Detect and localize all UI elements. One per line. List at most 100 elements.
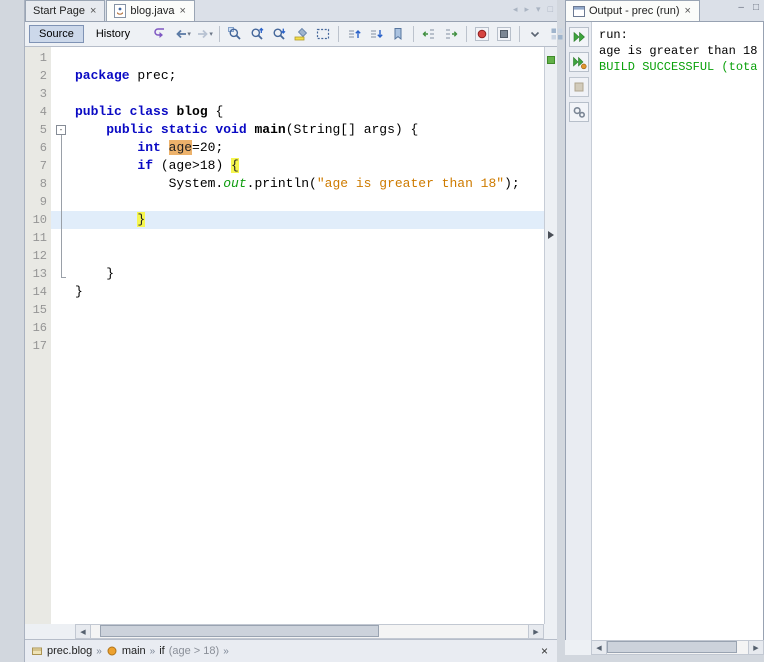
start-macro-recording-icon[interactable]	[472, 24, 492, 44]
opened-documents-list-icon[interactable]: ▾	[536, 4, 541, 15]
code-line-body[interactable]	[51, 49, 544, 67]
code-line: 12	[25, 247, 544, 265]
fold-mid-marker	[51, 139, 73, 157]
toggle-bookmark-icon[interactable]	[388, 24, 408, 44]
code-line-body[interactable]	[51, 301, 544, 319]
scroll-tabs-left-icon[interactable]: ◂	[513, 4, 518, 15]
tab-start-page[interactable]: Start Page ×	[25, 0, 106, 21]
line-number: 15	[32, 303, 47, 317]
breadcrumb-label: main	[121, 645, 146, 657]
code-line-body[interactable]: System.out.println("age is greater than …	[51, 175, 544, 193]
code-line-body[interactable]	[51, 247, 544, 265]
editor-toolbar: Source History ▾ ▾	[25, 22, 563, 47]
code-line-body[interactable]: int age=20;	[51, 139, 544, 157]
code-line-body[interactable]: }	[51, 283, 544, 301]
find-previous-icon[interactable]	[247, 24, 267, 44]
code-line-body[interactable]: public class blog {	[51, 103, 544, 121]
fold-margin	[51, 283, 73, 301]
scroll-tabs-right-icon[interactable]: ▸	[525, 4, 530, 15]
breadcrumb-items: prec.blog» main» if (age > 18)»	[31, 645, 229, 657]
breadcrumb-item[interactable]: main	[106, 645, 146, 657]
find-next-icon[interactable]	[269, 24, 289, 44]
editor-panel: Start Page × blog.java × ◂ ▸ ▾ □ Source …	[24, 0, 563, 662]
fold-start-marker[interactable]: -	[51, 121, 73, 139]
maximize-window-icon[interactable]: □	[548, 4, 553, 15]
code-line-body[interactable]	[51, 85, 544, 103]
scrollbar-thumb[interactable]	[607, 641, 737, 653]
hscroll-tail	[544, 624, 557, 639]
code-text: }	[137, 212, 146, 227]
shift-line-right-icon[interactable]	[441, 24, 461, 44]
code-line: 9	[25, 193, 544, 211]
hscroll-lead	[565, 640, 591, 655]
rerun-with-changes-icon[interactable]	[568, 52, 589, 72]
code-line-body[interactable]	[51, 337, 544, 355]
output-lines[interactable]: run: age is greater than 18 BUILD SUCCESSF…	[592, 22, 763, 640]
breadcrumb-close-icon[interactable]: ×	[538, 644, 551, 658]
restore-window-icon[interactable]: □	[753, 3, 759, 13]
code-line-body[interactable]: if (age>18) {	[51, 157, 544, 175]
breadcrumb-separator-icon: »	[96, 645, 102, 657]
scroll-right-icon[interactable]: ▶	[528, 625, 543, 638]
minimize-window-icon[interactable]: –	[738, 3, 744, 13]
stop-macro-recording-icon[interactable]	[494, 24, 514, 44]
rerun-icon[interactable]	[568, 27, 589, 47]
scrollbar-track[interactable]	[91, 625, 528, 638]
line-number: 1	[39, 51, 47, 65]
code-lines[interactable]: 1 2 package prec; 3 4 public class blog {5- p…	[25, 47, 544, 624]
tab-label: blog.java	[130, 5, 175, 17]
code-line-body[interactable]: - public static void main(String[] args)…	[51, 121, 544, 139]
fold-margin	[51, 319, 73, 337]
fold-margin	[51, 103, 73, 121]
next-bookmark-icon[interactable]	[366, 24, 386, 44]
code-line-body[interactable]	[51, 229, 544, 247]
forward-icon[interactable]: ▾	[194, 24, 214, 44]
code-line: 16	[25, 319, 544, 337]
panel-splitter[interactable]	[557, 0, 565, 662]
tab-blog-java[interactable]: blog.java ×	[106, 0, 195, 21]
error-stripe[interactable]	[544, 47, 557, 624]
code-line-body[interactable]: }	[51, 265, 544, 283]
tab-output[interactable]: Output - prec (run) ×	[565, 0, 700, 21]
editor-tab-bar: Start Page × blog.java × ◂ ▸ ▾ □	[25, 0, 557, 22]
scroll-left-icon[interactable]: ◀	[76, 625, 91, 638]
code-line: 1	[25, 49, 544, 67]
output-horizontal-scrollbar[interactable]: ◀ ▶	[591, 640, 764, 655]
last-edit-icon[interactable]	[150, 24, 170, 44]
build-settings-icon[interactable]	[568, 102, 589, 122]
output-line: age is greater than 18	[599, 44, 758, 58]
tab-close-icon[interactable]: ×	[89, 5, 97, 17]
code-line-body[interactable]	[51, 193, 544, 211]
line-number: 12	[32, 249, 47, 263]
previous-bookmark-icon[interactable]	[344, 24, 364, 44]
code-line-body[interactable]	[51, 319, 544, 337]
back-icon[interactable]: ▾	[172, 24, 192, 44]
code-line-body[interactable]: }	[51, 211, 544, 229]
code-line-body[interactable]: package prec;	[51, 67, 544, 85]
tab-close-icon[interactable]: ×	[178, 5, 186, 17]
code-line: 10 }	[25, 211, 544, 229]
insert-palette-icon[interactable]	[547, 24, 567, 44]
find-selection-icon[interactable]	[225, 24, 245, 44]
stop-icon[interactable]	[568, 77, 589, 97]
toolbar-separator	[338, 26, 340, 42]
collapse-toolbar-icon[interactable]	[525, 24, 545, 44]
editor-horizontal-scrollbar[interactable]: ◀ ▶	[75, 624, 544, 639]
fold-mid-marker	[51, 193, 73, 211]
rectangular-selection-icon[interactable]	[313, 24, 333, 44]
toggle-highlight-icon[interactable]	[291, 24, 311, 44]
tab-close-icon[interactable]: ×	[683, 5, 691, 17]
scrollbar-track[interactable]	[607, 641, 748, 654]
breadcrumb-item[interactable]: if (age > 18)	[159, 645, 219, 657]
scroll-right-icon[interactable]: ▶	[748, 641, 763, 654]
source-view-button[interactable]: Source	[29, 25, 84, 43]
shift-line-left-icon[interactable]	[419, 24, 439, 44]
fold-margin	[51, 85, 73, 103]
line-number: 17	[32, 339, 47, 353]
line-number: 16	[32, 321, 47, 335]
history-view-button[interactable]: History	[86, 25, 140, 43]
scrollbar-thumb[interactable]	[99, 625, 380, 637]
breadcrumb-item[interactable]: prec.blog	[31, 645, 92, 657]
scroll-left-icon[interactable]: ◀	[592, 641, 607, 654]
